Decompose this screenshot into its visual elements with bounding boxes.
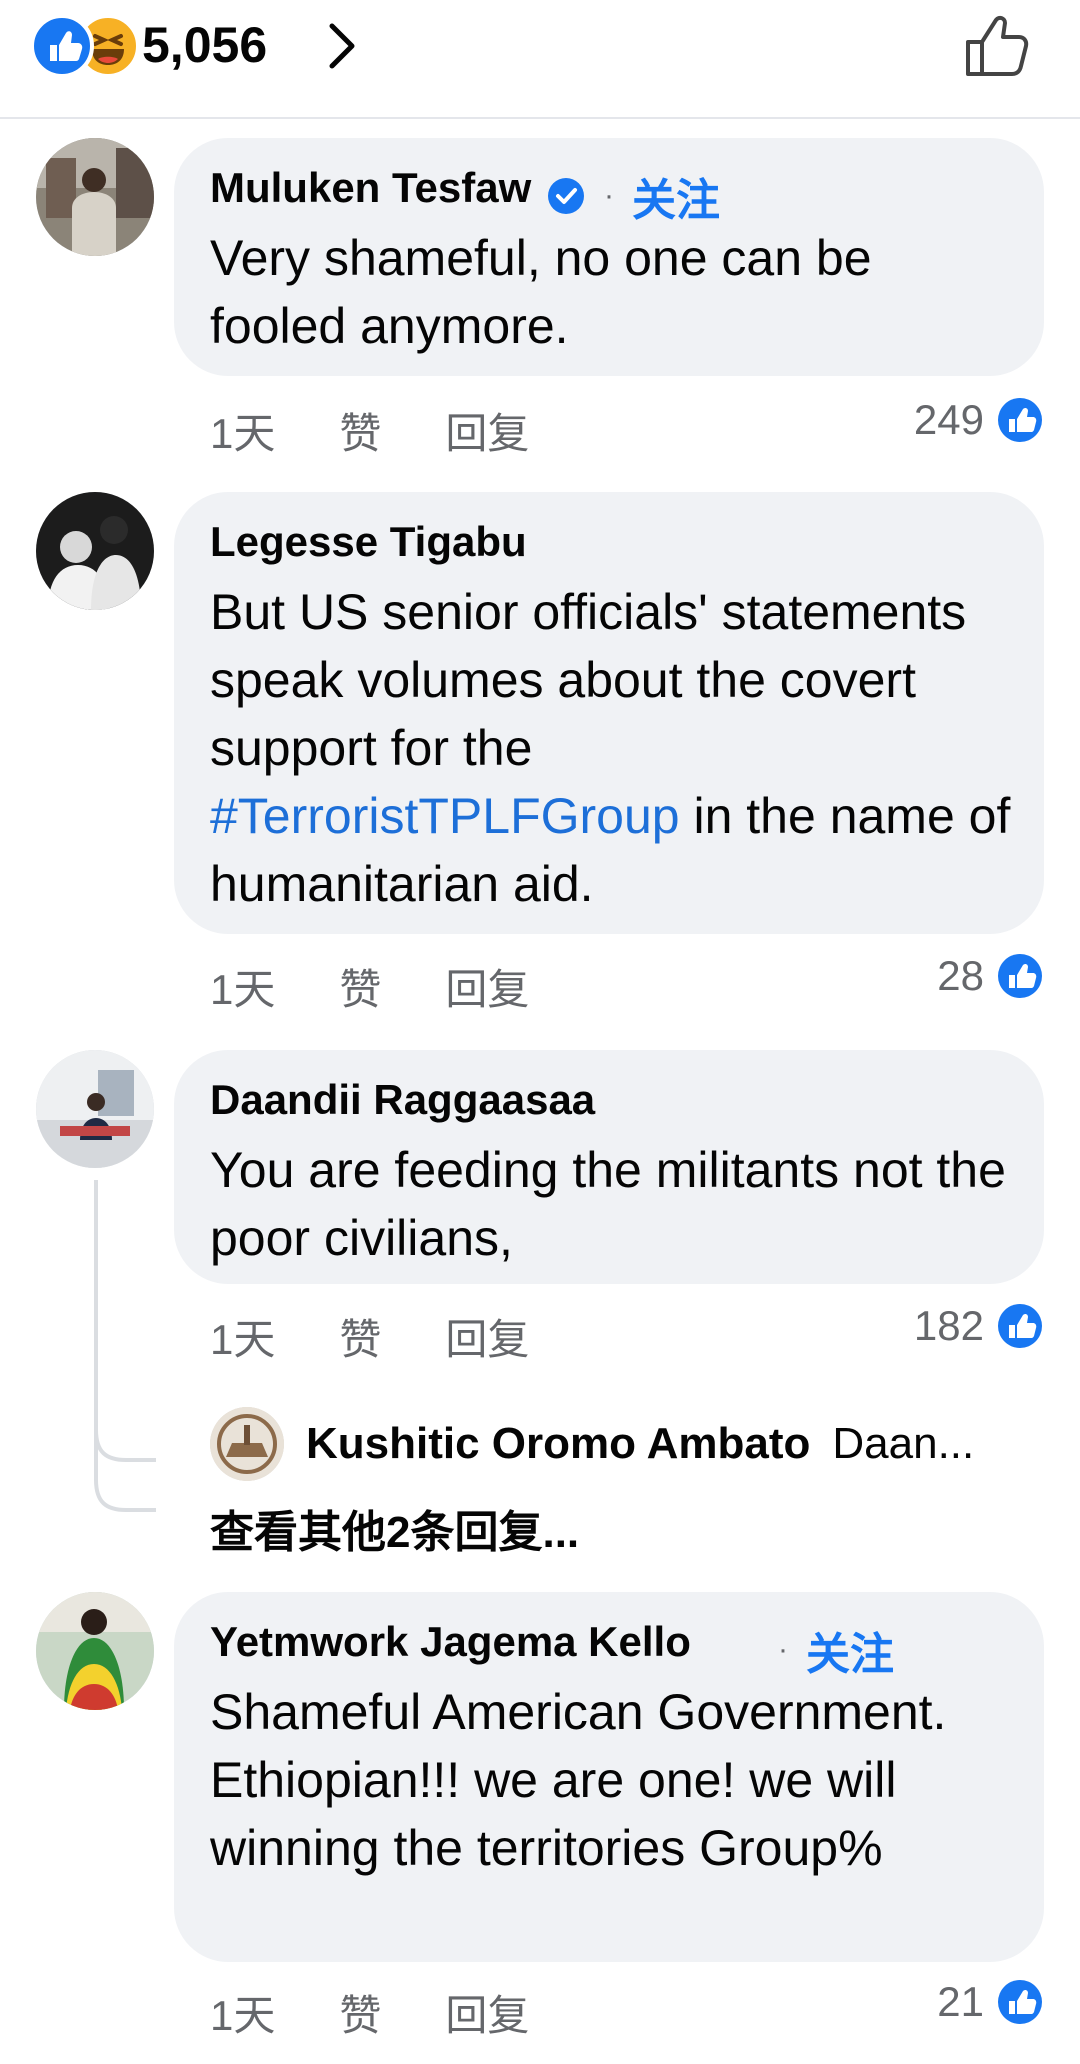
comment-like-count[interactable]: 21 — [937, 1978, 1044, 2026]
comment-like-count[interactable]: 249 — [914, 396, 1044, 444]
like-count-text: 182 — [913, 1302, 984, 1349]
separator-dot: · — [604, 179, 614, 212]
comment-actions: 1天 赞 回复 — [210, 1306, 529, 1367]
thumb-up-outline-icon[interactable] — [962, 12, 1034, 80]
like-button[interactable]: 赞 — [339, 1306, 381, 1367]
like-button[interactable]: 赞 — [339, 956, 381, 1017]
comment-actions: 1天 赞 回复 — [210, 956, 529, 1017]
reaction-count[interactable]: 5,056 — [142, 16, 267, 74]
comment-text: You are feeding the militants not the po… — [210, 1142, 1006, 1266]
author-meta: · 关注 — [778, 1618, 894, 1682]
reply-button[interactable]: 回复 — [445, 1306, 529, 1367]
comment-author[interactable]: Daandii Raggaasaa — [210, 1076, 595, 1124]
avatar[interactable] — [36, 138, 154, 256]
like-count-text: 249 — [913, 396, 984, 443]
thread-connector — [94, 1180, 156, 1512]
comment-bubble[interactable]: Legesse Tigabu But US senior officials' … — [174, 492, 1044, 934]
comment-author[interactable]: Yetmwork Jagema Kello — [210, 1618, 691, 1666]
follow-button[interactable]: 关注 — [806, 1618, 894, 1682]
comment-author[interactable]: Muluken Tesfaw — [210, 164, 531, 212]
reply-snippet: Daan... — [832, 1419, 975, 1468]
avatar[interactable] — [36, 492, 154, 610]
view-more-replies-link[interactable]: 查看其他2条回复... — [210, 1496, 579, 1560]
hashtag-link[interactable]: #TerroristTPLFGroup — [210, 788, 680, 844]
follow-button[interactable]: 关注 — [632, 164, 720, 228]
comment-author[interactable]: Legesse Tigabu — [210, 518, 527, 566]
separator-dot: · — [778, 1633, 788, 1666]
like-count-text: 28 — [937, 952, 984, 999]
comment-bubble[interactable]: Muluken Tesfaw · 关注 Very shameful, no on… — [174, 138, 1044, 376]
comment-bubble[interactable]: Daandii Raggaasaa You are feeding the mi… — [174, 1050, 1044, 1284]
comment-time[interactable]: 1天 — [210, 1982, 275, 2043]
like-button[interactable]: 赞 — [339, 1982, 381, 2043]
chevron-right-icon[interactable] — [318, 16, 368, 76]
comment-time[interactable]: 1天 — [210, 400, 275, 461]
comment-text-part: But US senior officials' statements spea… — [210, 584, 967, 776]
like-count-text: 21 — [937, 1978, 984, 2025]
comment-actions: 1天 赞 回复 — [210, 1982, 529, 2043]
reply-button[interactable]: 回复 — [445, 1982, 529, 2043]
like-badge-icon — [998, 398, 1042, 442]
comment-text: Shameful American Government. Ethiopian!… — [210, 1684, 947, 1876]
reply-author[interactable]: Kushitic Oromo Ambato — [306, 1419, 810, 1469]
like-reaction-icon — [30, 14, 94, 78]
like-badge-icon — [998, 954, 1042, 998]
comment-like-count[interactable]: 182 — [914, 1302, 1044, 1350]
comment-text: But US senior officials' statements spea… — [210, 578, 1014, 918]
reactions-bar: 5,056 — [0, 0, 1080, 119]
like-button[interactable]: 赞 — [339, 400, 381, 461]
comment-actions: 1天 赞 回复 — [210, 400, 529, 461]
reply-preview[interactable]: Kushitic Oromo Ambato Daan... — [210, 1404, 974, 1484]
comment-text: Very shameful, no one can be fooled anym… — [210, 230, 872, 354]
comment-time[interactable]: 1天 — [210, 1306, 275, 1367]
reply-button[interactable]: 回复 — [445, 400, 529, 461]
reply-button[interactable]: 回复 — [445, 956, 529, 1017]
like-badge-icon — [998, 1980, 1042, 2024]
comment-bubble[interactable]: Yetmwork Jagema Kello · 关注 Shameful Amer… — [174, 1592, 1044, 1962]
comment-like-count[interactable]: 28 — [937, 952, 1044, 1000]
verified-badge-icon — [548, 178, 584, 214]
like-badge-icon — [998, 1304, 1042, 1348]
avatar[interactable] — [36, 1050, 154, 1168]
avatar[interactable] — [36, 1592, 154, 1710]
reaction-icons[interactable] — [30, 14, 140, 78]
comment-time[interactable]: 1天 — [210, 956, 275, 1017]
author-meta: · 关注 — [546, 164, 720, 228]
avatar[interactable] — [210, 1407, 284, 1481]
